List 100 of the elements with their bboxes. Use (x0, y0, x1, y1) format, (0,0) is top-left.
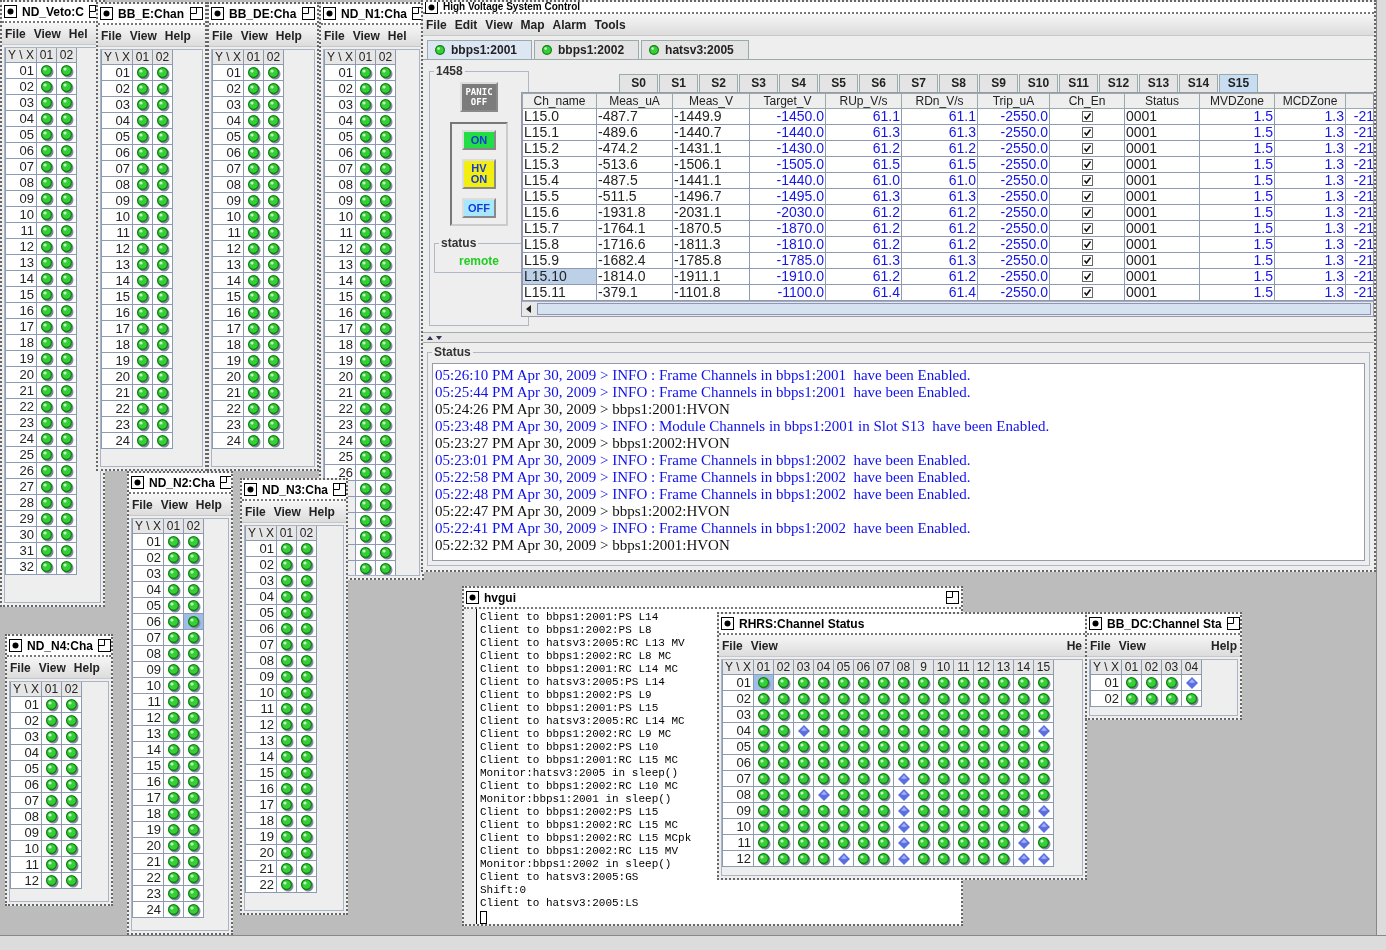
table-cell[interactable]: 1.5 (1199, 204, 1275, 221)
window-menu-icon[interactable] (1089, 617, 1102, 630)
table-cell[interactable]: 61.2 (825, 220, 902, 237)
table-cell[interactable]: L15.7 (522, 220, 597, 237)
menu-item[interactable]: Help (275, 28, 302, 43)
menu-item[interactable]: File (426, 17, 447, 32)
menu-item[interactable]: He (1066, 638, 1082, 653)
table-cell[interactable]: 0001 (1124, 284, 1200, 301)
menu-item[interactable]: View (129, 28, 157, 43)
table-cell[interactable]: 0001 (1124, 172, 1200, 189)
table-cell[interactable]: 61.3 (825, 124, 902, 141)
table-cell[interactable]: -1814.0 (596, 268, 673, 285)
table-cell[interactable]: -21 (1345, 252, 1373, 269)
table-cell[interactable]: 1.3 (1274, 236, 1346, 253)
table-cell[interactable]: -21 (1345, 220, 1373, 237)
table-cell[interactable]: 61.1 (901, 108, 978, 125)
checkbox[interactable] (1081, 223, 1093, 234)
power-button[interactable]: OFF (462, 198, 496, 218)
table-cell[interactable]: 1.3 (1274, 156, 1346, 173)
table-cell[interactable]: -21 (1345, 188, 1373, 205)
table-cell[interactable]: 1.5 (1199, 124, 1275, 141)
table-cell[interactable]: -1764.1 (596, 220, 673, 237)
maximize-icon[interactable] (333, 483, 346, 496)
menu-item[interactable]: File (1090, 638, 1111, 653)
maximize-icon[interactable] (220, 476, 231, 489)
table-cell[interactable]: -1870.0 (749, 220, 826, 237)
table-cell[interactable]: 0001 (1124, 236, 1200, 253)
maximize-icon[interactable] (946, 591, 959, 604)
scrollbar[interactable] (522, 301, 1373, 316)
table-cell[interactable]: 1.3 (1274, 204, 1346, 221)
table-cell[interactable]: 1.5 (1199, 156, 1275, 173)
table-cell[interactable]: -1931.8 (596, 204, 673, 221)
checkbox[interactable] (1081, 207, 1093, 218)
checkbox[interactable] (1081, 175, 1093, 186)
table-cell[interactable]: 61.3 (901, 124, 978, 141)
table-cell[interactable]: 0001 (1124, 124, 1200, 141)
table-cell[interactable]: 1.5 (1199, 220, 1275, 237)
slot-tab[interactable]: S13 (1139, 74, 1178, 92)
table-cell[interactable]: 61.5 (825, 156, 902, 173)
menu-item[interactable]: Map (520, 17, 545, 32)
table-cell[interactable]: -1682.4 (596, 252, 673, 269)
menu-item[interactable]: View (240, 28, 268, 43)
table-cell[interactable]: 0001 (1124, 268, 1200, 285)
window-menu-icon[interactable] (131, 476, 144, 489)
table-cell[interactable]: 0001 (1124, 140, 1200, 157)
table-cell[interactable]: -513.6 (596, 156, 673, 173)
table-cell[interactable]: 61.1 (825, 108, 902, 125)
menu-item[interactable]: Help (195, 497, 222, 512)
table-cell[interactable]: -2550.0 (977, 268, 1050, 285)
table-cell[interactable]: 61.4 (901, 284, 978, 301)
table-cell[interactable]: -2031.1 (672, 204, 750, 221)
slot-tab[interactable]: S5 (819, 74, 858, 92)
slot-tab[interactable]: S14 (1179, 74, 1218, 92)
window-menu-icon[interactable] (4, 5, 17, 18)
table-cell[interactable]: 61.3 (825, 252, 902, 269)
menu-item[interactable]: Help (308, 504, 335, 519)
table-cell[interactable]: -1911.1 (672, 268, 750, 285)
menu-item[interactable]: File (324, 28, 345, 43)
table-cell[interactable]: 0001 (1124, 204, 1200, 221)
table-cell[interactable]: 0001 (1124, 220, 1200, 237)
scrollbar[interactable] (1376, 0, 1386, 935)
table-cell[interactable]: -1449.9 (672, 108, 750, 125)
table-cell[interactable]: L15.6 (522, 204, 597, 221)
table-cell[interactable]: 61.2 (901, 204, 978, 221)
table-cell[interactable]: -21 (1345, 204, 1373, 221)
table-cell[interactable]: -2550.0 (977, 108, 1050, 125)
checkbox[interactable] (1081, 111, 1093, 122)
table-cell[interactable]: -2550.0 (977, 220, 1050, 237)
table-cell[interactable]: -21 (1345, 124, 1373, 141)
table-cell[interactable]: 1.5 (1199, 188, 1275, 205)
slot-tab[interactable]: S1 (659, 74, 698, 92)
table-cell[interactable]: -1450.0 (749, 108, 826, 125)
table-cell[interactable]: 61.2 (825, 204, 902, 221)
table-cell[interactable]: -2550.0 (977, 172, 1050, 189)
menu-item[interactable]: View (160, 497, 188, 512)
checkbox[interactable] (1081, 287, 1093, 298)
table-cell[interactable]: 61.2 (825, 236, 902, 253)
table-cell[interactable]: 61.0 (901, 172, 978, 189)
table-cell[interactable]: L15.3 (522, 156, 597, 173)
power-button[interactable]: ON (462, 130, 496, 150)
menu-item[interactable]: View (352, 28, 380, 43)
scrollbar[interactable] (0, 935, 1386, 950)
table-cell[interactable]: 61.0 (825, 172, 902, 189)
crate-tab[interactable]: bbps1:2002 (534, 40, 640, 59)
table-cell[interactable]: L15.1 (522, 124, 597, 141)
table-cell[interactable]: 1.5 (1199, 284, 1275, 301)
table-cell[interactable]: 61.2 (901, 268, 978, 285)
window-menu-icon[interactable] (244, 483, 257, 496)
table-cell[interactable]: -487.7 (596, 108, 673, 125)
table-cell[interactable]: 1.3 (1274, 172, 1346, 189)
table-cell[interactable]: 61.5 (901, 156, 978, 173)
maximize-icon[interactable] (190, 7, 203, 20)
menu-item[interactable]: File (245, 504, 266, 519)
table-cell[interactable]: -487.5 (596, 172, 673, 189)
table-cell[interactable]: -2550.0 (977, 252, 1050, 269)
table-cell[interactable]: L15.5 (522, 188, 597, 205)
slot-tab[interactable]: S6 (859, 74, 898, 92)
table-cell[interactable]: 61.2 (825, 140, 902, 157)
table-cell[interactable]: -2550.0 (977, 156, 1050, 173)
menu-item[interactable]: File (722, 638, 743, 653)
